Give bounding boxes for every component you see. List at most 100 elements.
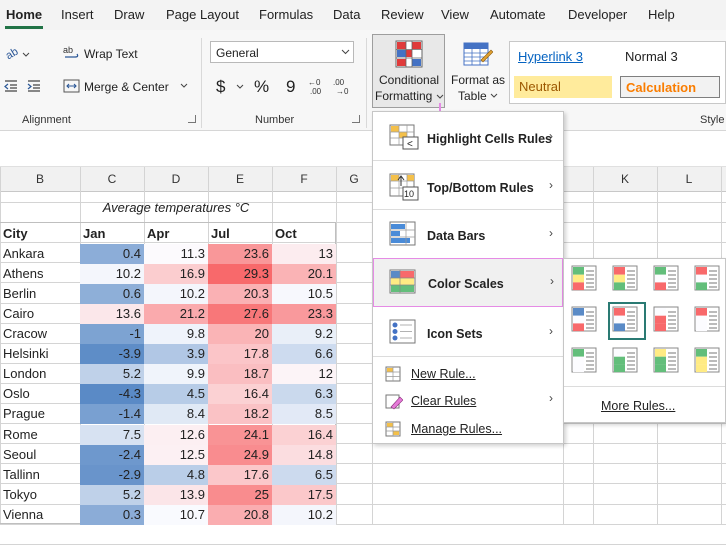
tab-page-layout[interactable]: Page Layout	[166, 7, 239, 22]
header-cell-oct[interactable]: Oct	[272, 224, 336, 244]
conditional-formatting-button[interactable]: Conditional Formatting	[372, 34, 445, 108]
color-scale-green-white[interactable]	[571, 347, 597, 373]
city-cell[interactable]: Oslo	[0, 384, 80, 404]
temperature-cell[interactable]: -1	[80, 324, 144, 345]
city-cell[interactable]: Ankara	[0, 244, 80, 264]
temperature-cell[interactable]: 8.4	[144, 404, 208, 425]
city-cell[interactable]: Tokyo	[0, 485, 80, 505]
temperature-cell[interactable]: 0.3	[80, 504, 144, 525]
color-scale-red-white[interactable]	[694, 306, 720, 332]
menu-item-clear-rules[interactable]: Clear Rules ›	[373, 389, 563, 413]
menu-item-data-bars[interactable]: Data Bars ›	[373, 210, 563, 258]
temperature-cell[interactable]: 6.6	[272, 344, 336, 365]
temperature-cell[interactable]: 13.9	[144, 484, 208, 505]
column-header-e[interactable]: E	[208, 172, 272, 186]
color-scale-yellow-green[interactable]	[694, 347, 720, 373]
temperature-cell[interactable]: 20	[208, 324, 272, 345]
temperature-cell[interactable]: 20.3	[208, 284, 272, 305]
temperature-cell[interactable]: 11.3	[144, 244, 208, 265]
merge-center-button[interactable]: Merge & Center	[84, 80, 169, 94]
column-header-b[interactable]: B	[0, 172, 80, 186]
temperature-cell[interactable]: 0.6	[80, 284, 144, 305]
city-cell[interactable]: Cairo	[0, 304, 80, 324]
header-cell-apr[interactable]: Apr	[144, 224, 208, 244]
table-title[interactable]: Average temperatures °C	[80, 198, 272, 218]
tab-formulas[interactable]: Formulas	[259, 7, 313, 22]
currency-button[interactable]: $	[216, 77, 225, 97]
temperature-cell[interactable]: 10.2	[80, 264, 144, 285]
temperature-cell[interactable]: 25	[208, 484, 272, 505]
temperature-cell[interactable]: 9.8	[144, 324, 208, 345]
format-as-table-label-2[interactable]: Table	[458, 89, 487, 103]
color-scale-red-yellow-green[interactable]	[612, 265, 638, 291]
temperature-cell[interactable]: 10.7	[144, 504, 208, 525]
temperature-cell[interactable]: 13.6	[80, 304, 144, 325]
number-format-select[interactable]: General	[210, 41, 354, 63]
temperature-cell[interactable]: 12	[272, 364, 336, 385]
comma-style-button[interactable]: 9	[286, 77, 295, 97]
city-cell[interactable]: Vienna	[0, 505, 80, 525]
color-scale-blue-white-red[interactable]	[571, 306, 597, 332]
temperature-cell[interactable]: 17.5	[272, 484, 336, 505]
chevron-down-icon[interactable]	[236, 84, 244, 90]
tab-data[interactable]: Data	[333, 7, 360, 22]
tab-help[interactable]: Help	[648, 7, 675, 22]
more-rules-link[interactable]: More Rules...	[601, 399, 675, 413]
column-header-d[interactable]: D	[144, 172, 208, 186]
city-cell[interactable]: Seoul	[0, 445, 80, 465]
tab-review[interactable]: Review	[381, 7, 424, 22]
temperature-cell[interactable]: 23.6	[208, 244, 272, 265]
format-as-table-label-1[interactable]: Format as	[451, 73, 505, 87]
column-header-c[interactable]: C	[80, 172, 144, 186]
city-cell[interactable]: Prague	[0, 404, 80, 424]
menu-item-top-bottom-rules[interactable]: 10 Top/Bottom Rules ›	[373, 161, 563, 210]
temperature-cell[interactable]: 10.2	[272, 504, 336, 525]
city-cell[interactable]: Cracow	[0, 324, 80, 344]
temperature-cell[interactable]: 9.2	[272, 324, 336, 345]
header-cell-jan[interactable]: Jan	[80, 224, 144, 244]
color-scale-green-white-red[interactable]	[653, 265, 679, 291]
tab-home[interactable]: Home	[6, 7, 42, 22]
color-scale-red-white-green[interactable]	[694, 265, 720, 291]
tab-insert[interactable]: Insert	[61, 7, 94, 22]
number-dialog-launcher[interactable]	[352, 115, 360, 123]
temperature-cell[interactable]: 7.5	[80, 424, 144, 445]
tab-developer[interactable]: Developer	[568, 7, 627, 22]
color-scale-green-yellow[interactable]	[653, 347, 679, 373]
increase-indent-icon[interactable]	[27, 78, 41, 94]
city-cell[interactable]: Helsinki	[0, 344, 80, 364]
temperature-cell[interactable]: 4.8	[144, 464, 208, 485]
color-scale-white-red[interactable]	[653, 306, 679, 332]
temperature-cell[interactable]: -4.3	[80, 384, 144, 405]
temperature-cell[interactable]: 16.9	[144, 264, 208, 285]
temperature-cell[interactable]: 5.2	[80, 484, 144, 505]
format-as-table-icon[interactable]	[463, 40, 493, 68]
tab-draw[interactable]: Draw	[114, 7, 144, 22]
color-scale-green-yellow-red[interactable]	[571, 265, 597, 291]
temperature-cell[interactable]: 0.4	[80, 244, 144, 265]
city-cell[interactable]: Rome	[0, 425, 80, 445]
wrap-text-button[interactable]: Wrap Text	[84, 47, 138, 61]
temperature-cell[interactable]: 3.9	[144, 344, 208, 365]
tab-automate[interactable]: Automate	[490, 7, 546, 22]
temperature-cell[interactable]: 12.6	[144, 424, 208, 445]
temperature-cell[interactable]: -3.9	[80, 344, 144, 365]
temperature-cell[interactable]: 16.4	[272, 424, 336, 445]
temperature-cell[interactable]: 9.9	[144, 364, 208, 385]
temperature-cell[interactable]: 6.3	[272, 384, 336, 405]
column-header-k[interactable]: K	[593, 172, 657, 186]
temperature-cell[interactable]: 13	[272, 244, 336, 265]
temperature-cell[interactable]: -2.9	[80, 464, 144, 485]
column-header-g[interactable]: G	[336, 172, 372, 186]
chevron-down-icon[interactable]	[490, 93, 498, 99]
style-hyperlink-3[interactable]: Hyperlink 3	[513, 46, 588, 68]
tab-view[interactable]: View	[441, 7, 469, 22]
temperature-cell[interactable]: 5.2	[80, 364, 144, 385]
style-calculation[interactable]: Calculation	[620, 76, 720, 98]
column-header-f[interactable]: F	[272, 172, 336, 186]
temperature-cell[interactable]: 21.2	[144, 304, 208, 325]
temperature-cell[interactable]: 10.5	[272, 284, 336, 305]
temperature-cell[interactable]: 18.2	[208, 404, 272, 425]
temperature-cell[interactable]: 29.3	[208, 264, 272, 285]
style-normal-3[interactable]: Normal 3	[620, 46, 683, 68]
